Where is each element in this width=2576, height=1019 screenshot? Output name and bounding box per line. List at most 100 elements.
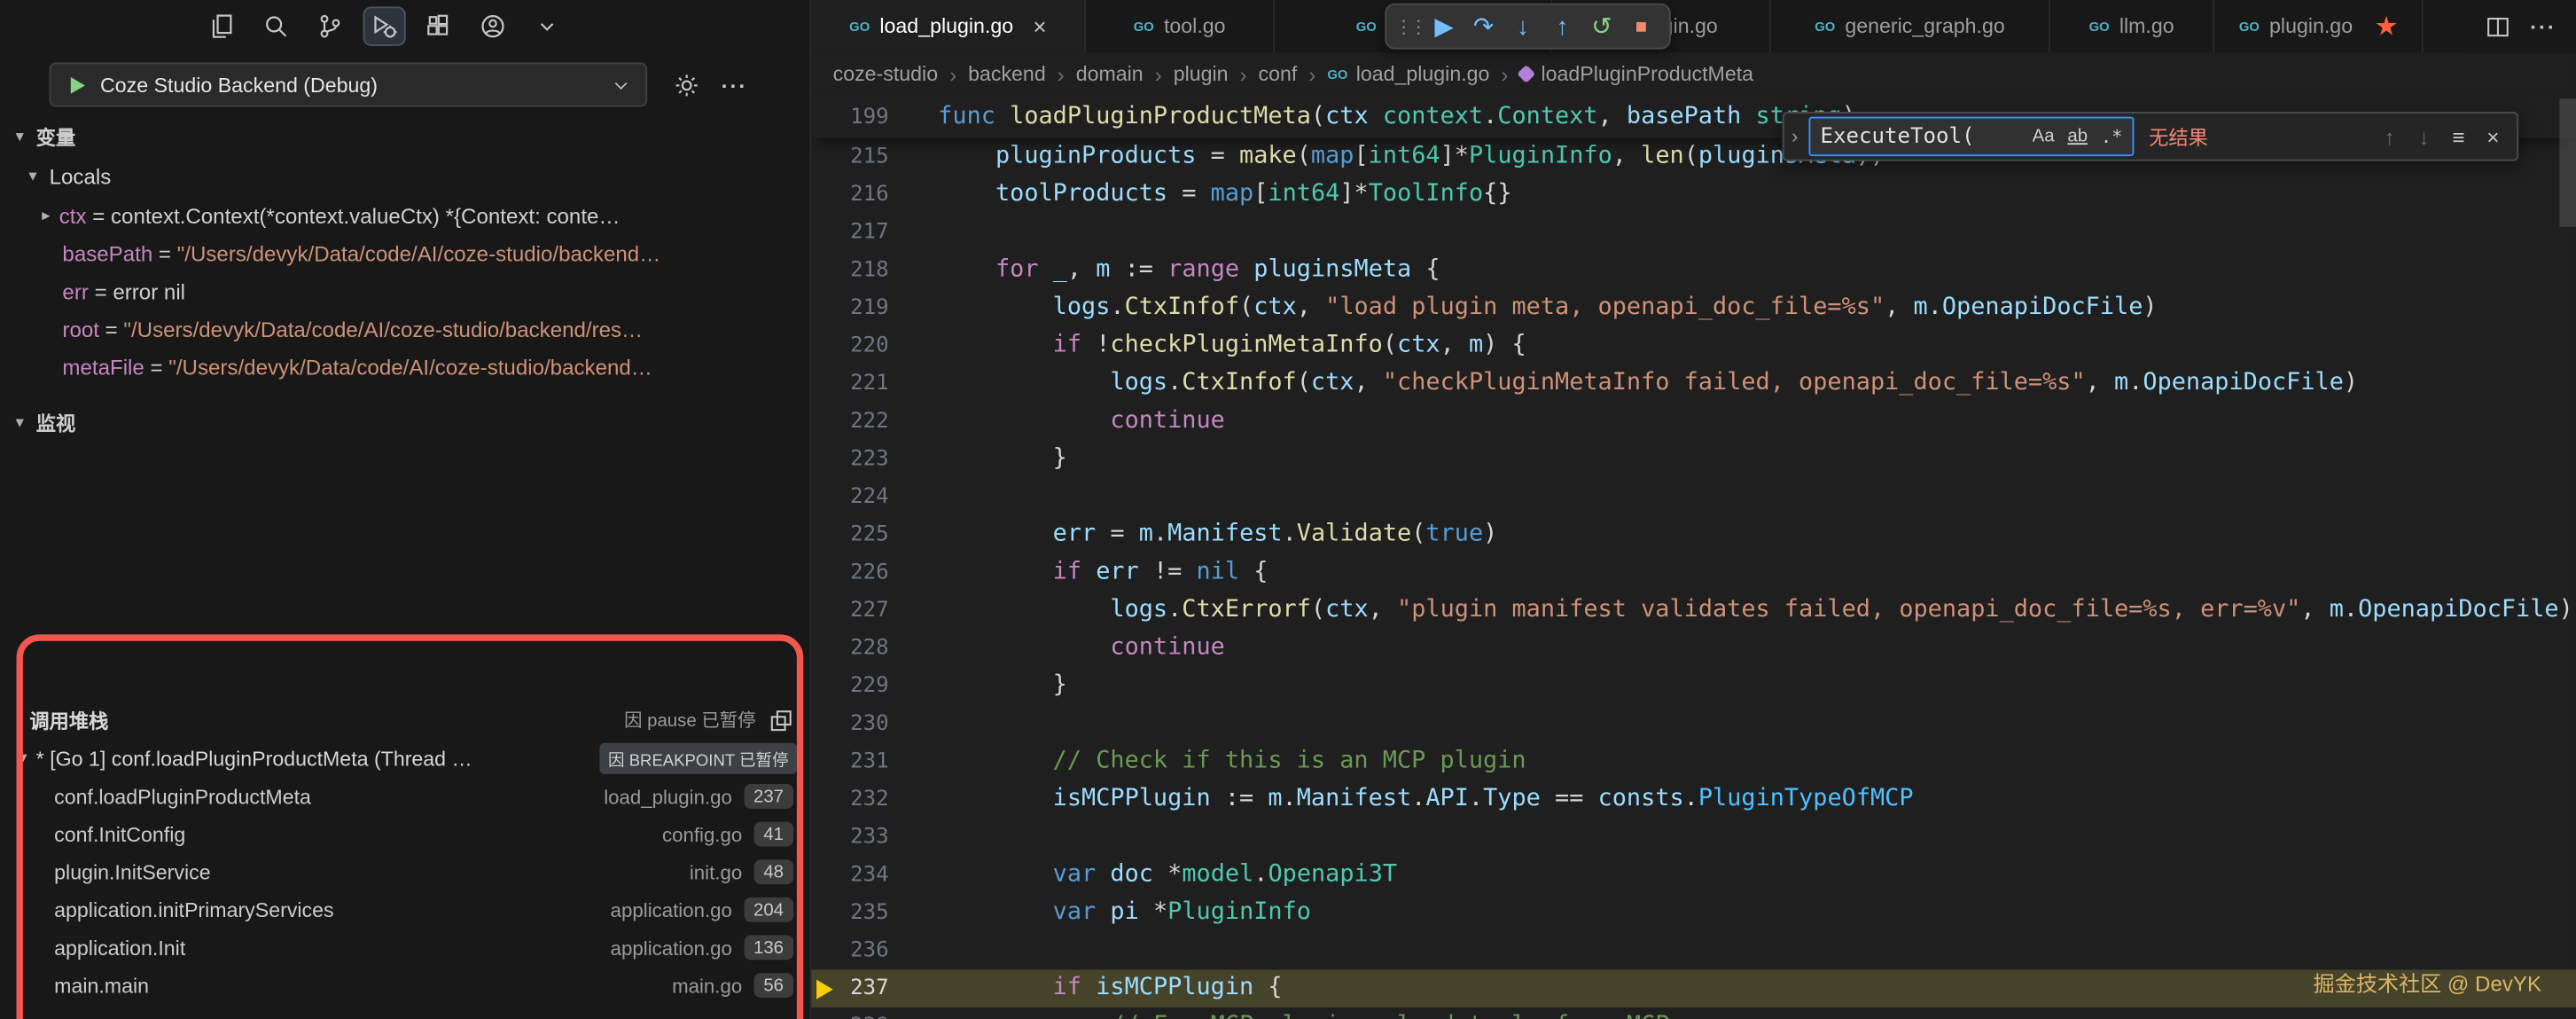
code-line-236[interactable]: 236 bbox=[812, 932, 2576, 970]
line-number[interactable]: 222 bbox=[812, 403, 889, 441]
line-number[interactable]: 217 bbox=[812, 214, 889, 252]
variables-section-header[interactable]: ▾ 变量 bbox=[0, 118, 810, 154]
code-line-218[interactable]: 218 for _, m := range pluginsMeta { bbox=[812, 252, 2576, 290]
line-number[interactable]: 218 bbox=[812, 252, 889, 290]
breadcrumb-item[interactable]: GOload_plugin.go bbox=[1327, 62, 1489, 85]
close-find-icon[interactable]: × bbox=[2476, 119, 2510, 153]
code-line-238[interactable]: 238 // For MCP plugins, load tools from … bbox=[812, 1007, 2576, 1019]
line-number[interactable]: 216 bbox=[812, 176, 889, 214]
account-icon[interactable] bbox=[472, 6, 514, 45]
gear-icon[interactable] bbox=[668, 67, 705, 104]
line-number[interactable]: 229 bbox=[812, 667, 889, 705]
files-icon[interactable] bbox=[200, 6, 243, 45]
code-line-217[interactable]: 217 bbox=[812, 214, 2576, 252]
expand-icon[interactable]: ▸ bbox=[36, 208, 56, 225]
chevron-down-icon[interactable] bbox=[526, 6, 568, 45]
line-number[interactable]: 233 bbox=[812, 819, 889, 857]
continue-button[interactable]: ▶ bbox=[1425, 6, 1464, 45]
call-stack-section-header[interactable]: 调用堆栈 因 pause 已暂停 bbox=[0, 701, 810, 740]
line-number[interactable]: 221 bbox=[812, 364, 889, 403]
line-number[interactable]: 238 bbox=[812, 1007, 889, 1019]
step-out-button[interactable]: ↑ bbox=[1542, 6, 1581, 45]
tab-tool.go[interactable]: GOtool.go bbox=[1086, 0, 1275, 52]
stack-frame-application.initPrimaryServices[interactable]: application.initPrimaryServicesapplicati… bbox=[0, 890, 810, 929]
drag-handle[interactable]: ⋮⋮ bbox=[1394, 6, 1424, 45]
toggle-replace-icon[interactable]: › bbox=[1784, 114, 1806, 160]
locals-scope-row[interactable]: ▾ Locals bbox=[23, 158, 111, 194]
code-line-219[interactable]: 219 logs.CtxInfof(ctx, "load plugin meta… bbox=[812, 289, 2576, 327]
code-line-235[interactable]: 235 var pi *PluginInfo bbox=[812, 894, 2576, 932]
match-case-icon[interactable]: Aa bbox=[2027, 125, 2059, 148]
code-line-223[interactable]: 223 } bbox=[812, 441, 2576, 479]
variable-row-basePath[interactable]: basePath = "/Users/devyk/Data/code/AI/co… bbox=[0, 235, 810, 273]
code-line-225[interactable]: 225 err = m.Manifest.Validate(true) bbox=[812, 516, 2576, 554]
line-number[interactable]: 232 bbox=[812, 780, 889, 819]
variable-row-err[interactable]: err = error nil bbox=[0, 273, 810, 311]
tab-plugin.go[interactable]: GOplugin.go bbox=[2214, 0, 2423, 52]
tab-load_plugin.go[interactable]: GOload_plugin.go× bbox=[812, 0, 1087, 52]
line-number[interactable]: 235 bbox=[812, 894, 889, 932]
copy-call-stack-icon[interactable] bbox=[769, 708, 793, 733]
regex-icon[interactable]: .* bbox=[2096, 124, 2127, 149]
scrollbar-thumb[interactable] bbox=[2559, 98, 2576, 227]
code-line-227[interactable]: 227 logs.CtxErrorf(ctx, "plugin manifest… bbox=[812, 592, 2576, 630]
watch-section-header[interactable]: ▾ 监视 bbox=[0, 404, 810, 441]
code-line-224[interactable]: 224 bbox=[812, 478, 2576, 516]
debug-config-dropdown[interactable]: Coze Studio Backend (Debug) bbox=[50, 62, 648, 106]
extensions-icon[interactable] bbox=[418, 6, 460, 45]
code-line-231[interactable]: 231 // Check if this is an MCP plugin bbox=[812, 743, 2576, 781]
code-line-230[interactable]: 230 bbox=[812, 705, 2576, 743]
next-match-icon[interactable]: ↓ bbox=[2407, 119, 2441, 153]
variable-row-metaFile[interactable]: metaFile = "/Users/devyk/Data/code/AI/co… bbox=[0, 349, 810, 387]
source-control-icon[interactable] bbox=[308, 6, 351, 45]
close-tab-icon[interactable]: × bbox=[1033, 13, 1046, 40]
line-number[interactable]: 226 bbox=[812, 554, 889, 592]
tab-generic_graph.go[interactable]: GOgeneric_graph.go bbox=[1771, 0, 2050, 52]
code-line-233[interactable]: 233 bbox=[812, 819, 2576, 857]
whole-word-icon[interactable]: ab bbox=[2063, 125, 2093, 148]
code-line-220[interactable]: 220 if !checkPluginMetaInfo(ctx, m) { bbox=[812, 327, 2576, 365]
start-debug-icon[interactable] bbox=[66, 73, 89, 96]
stack-frame-conf.InitConfig[interactable]: conf.InitConfigconfig.go41 bbox=[0, 815, 810, 853]
debug-icon[interactable] bbox=[363, 6, 406, 45]
code-line-234[interactable]: 234 var doc *model.Openapi3T bbox=[812, 857, 2576, 895]
previous-match-icon[interactable]: ↑ bbox=[2372, 119, 2407, 153]
line-number[interactable]: 225 bbox=[812, 516, 889, 554]
stack-frame-application.Init[interactable]: application.Initapplication.go136 bbox=[0, 929, 810, 967]
code-line-221[interactable]: 221 logs.CtxInfof(ctx, "checkPluginMetaI… bbox=[812, 364, 2576, 403]
stack-frame-conf.loadPluginProductMeta[interactable]: conf.loadPluginProductMetaload_plugin.go… bbox=[0, 778, 810, 816]
line-number[interactable]: 223 bbox=[812, 441, 889, 479]
breadcrumb-item[interactable]: conf bbox=[1259, 62, 1298, 85]
variable-row-root[interactable]: root = "/Users/devyk/Data/code/AI/coze-s… bbox=[0, 310, 810, 349]
restart-button[interactable]: ↺ bbox=[1582, 6, 1621, 45]
line-number[interactable]: 227 bbox=[812, 592, 889, 630]
stack-frame-main.main[interactable]: main.mainmain.go56 bbox=[0, 967, 810, 1005]
search-icon[interactable] bbox=[254, 6, 297, 45]
step-into-button[interactable]: ↓ bbox=[1503, 6, 1542, 45]
stop-button[interactable]: ■ bbox=[1621, 6, 1660, 45]
code-line-226[interactable]: 226 if err != nil { bbox=[812, 554, 2576, 592]
code-line-222[interactable]: 222 continue bbox=[812, 403, 2576, 441]
breadcrumb-item[interactable]: loadPluginProductMeta bbox=[1519, 62, 1753, 85]
breadcrumb-item[interactable]: plugin bbox=[1174, 62, 1229, 85]
variable-row-ctx[interactable]: ▸ctx = context.Context(*context.valueCtx… bbox=[0, 197, 810, 235]
breadcrumb-item[interactable]: backend bbox=[968, 62, 1046, 85]
breadcrumb-item[interactable]: coze-studio bbox=[833, 62, 938, 85]
line-number[interactable]: 231 bbox=[812, 743, 889, 781]
line-number[interactable]: 234 bbox=[812, 857, 889, 895]
line-number[interactable]: 220 bbox=[812, 327, 889, 365]
step-over-button[interactable]: ↷ bbox=[1464, 6, 1503, 45]
code-line-237[interactable]: 237 if isMCPPlugin { bbox=[812, 969, 2576, 1007]
line-number[interactable]: 230 bbox=[812, 705, 889, 743]
code-line-232[interactable]: 232 isMCPPlugin := m.Manifest.API.Type =… bbox=[812, 780, 2576, 819]
line-number[interactable]: 224 bbox=[812, 478, 889, 516]
find-input[interactable]: ExecuteTool( Aa ab .* bbox=[1808, 117, 2134, 156]
code-line-216[interactable]: 216 toolProducts = map[int64]*ToolInfo{} bbox=[812, 176, 2576, 214]
line-number[interactable]: 228 bbox=[812, 630, 889, 668]
find-in-selection-icon[interactable]: ≡ bbox=[2441, 119, 2476, 153]
more-actions-icon[interactable]: ··· bbox=[2526, 10, 2559, 43]
tab-llm.go[interactable]: GOllm.go bbox=[2050, 0, 2214, 52]
more-actions-icon[interactable]: ··· bbox=[716, 67, 753, 104]
line-number[interactable]: 215 bbox=[812, 138, 889, 176]
breadcrumb-item[interactable]: domain bbox=[1076, 62, 1144, 85]
